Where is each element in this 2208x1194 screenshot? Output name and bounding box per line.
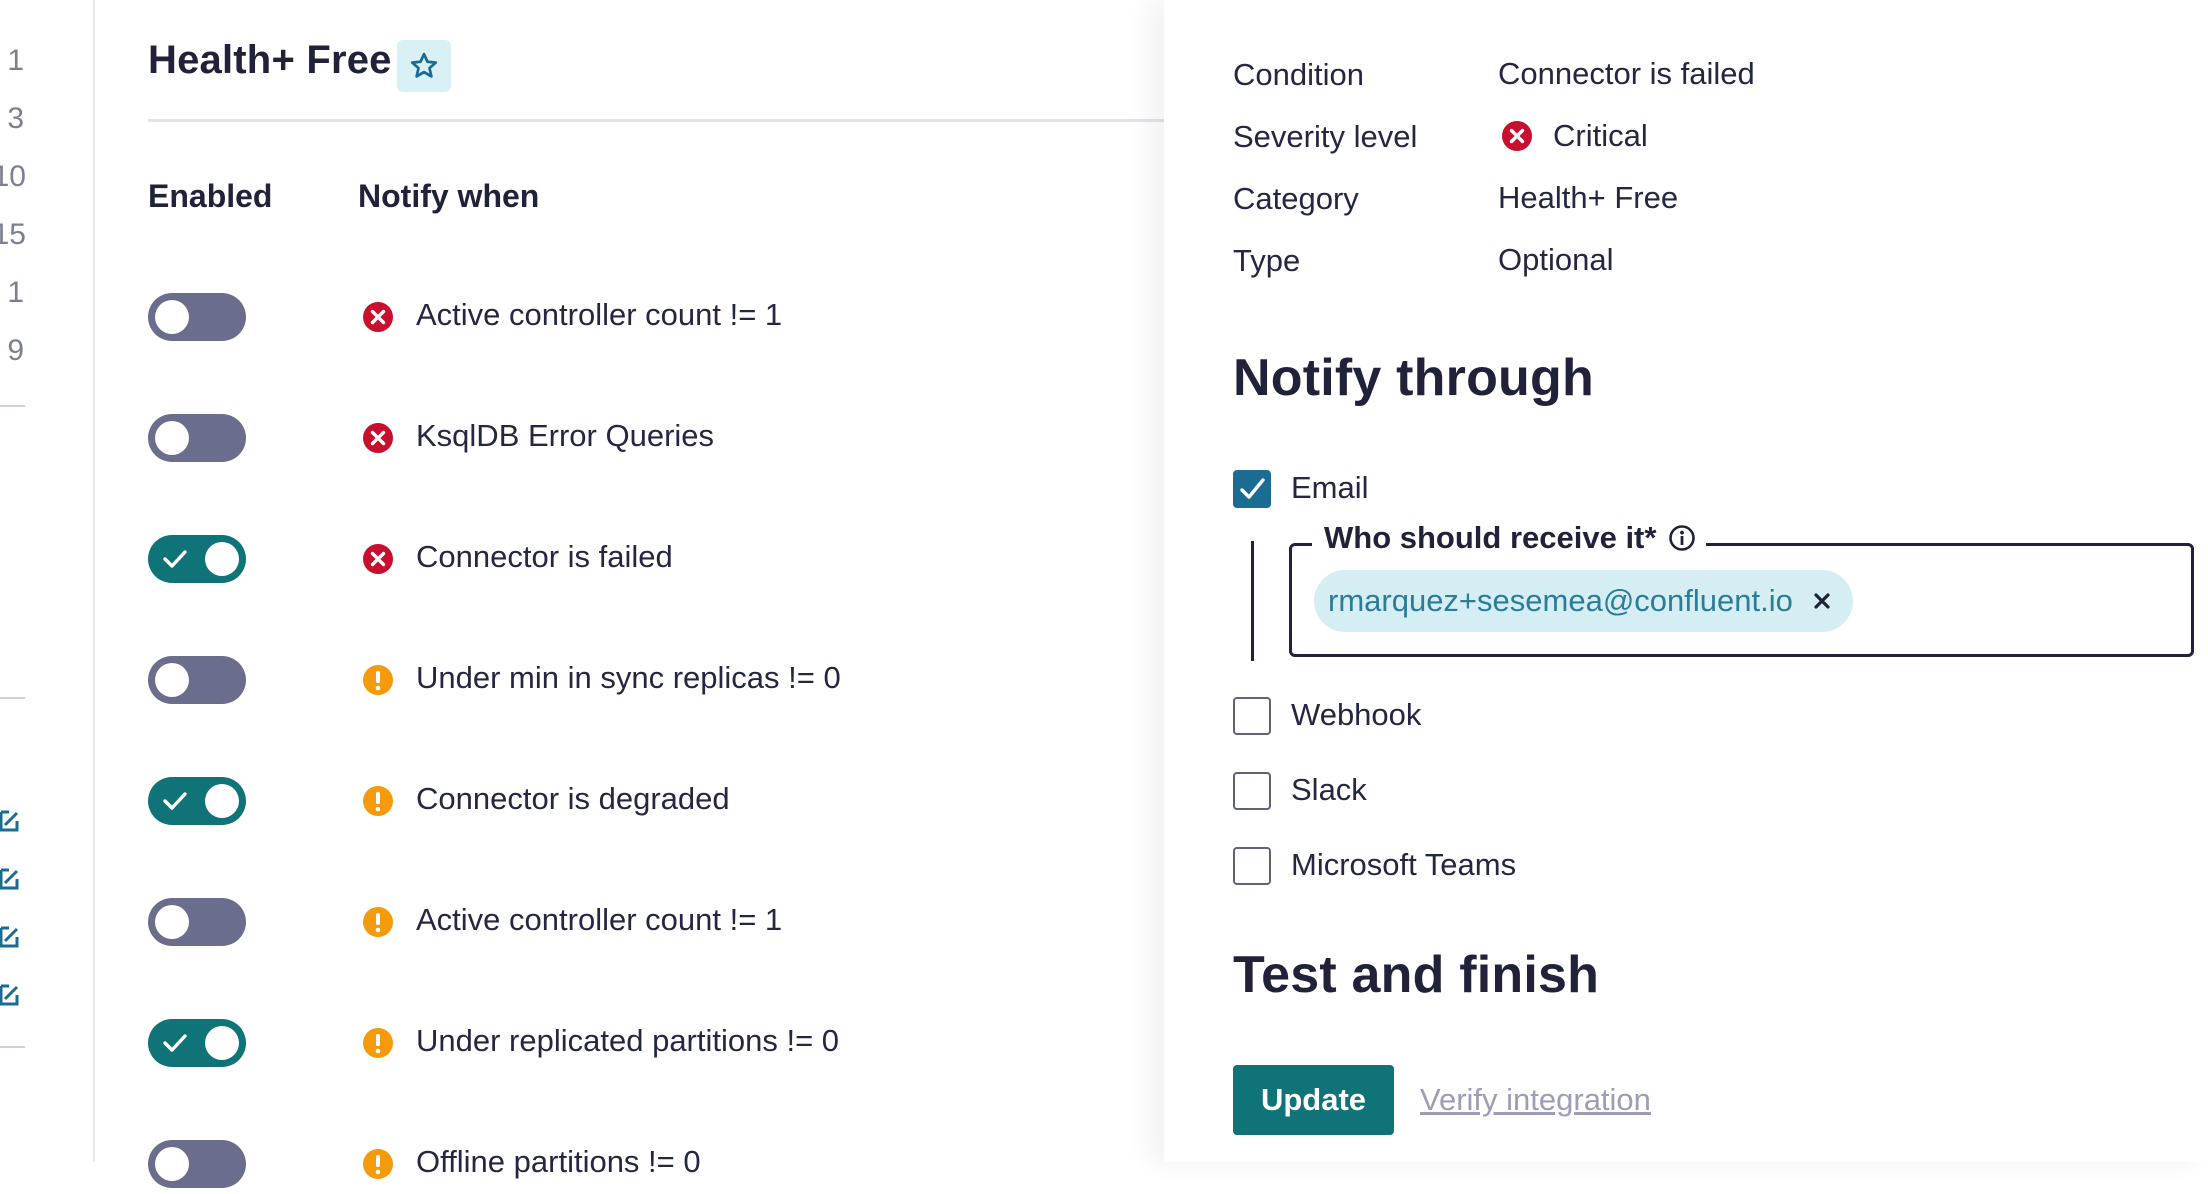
toggle-knob (155, 1147, 189, 1181)
column-header-enabled: Enabled (148, 178, 273, 214)
email-checkbox[interactable] (1233, 470, 1271, 508)
recipient-email: rmarquez+sesemea@confluent.io (1328, 583, 1793, 618)
microsoft-teams-checkbox[interactable] (1233, 847, 1271, 885)
enable-toggle[interactable] (148, 414, 246, 462)
title-divider (148, 119, 1164, 122)
close-icon[interactable] (1813, 592, 1831, 610)
panel-title: Health+ Free (148, 38, 392, 82)
email-label[interactable]: Email (1291, 470, 1369, 506)
checkmark-icon (163, 1034, 187, 1052)
rule-row: KsqlDB Error Queries (148, 408, 1148, 468)
test-and-finish-heading: Test and finish (1233, 946, 1600, 1004)
star-outline-icon (410, 52, 438, 78)
type-label: Type (1233, 243, 1301, 278)
slack-label[interactable]: Slack (1291, 772, 1367, 808)
gutter-divider (0, 697, 25, 699)
enable-toggle[interactable] (148, 293, 246, 341)
rule-label: Offline partitions != 0 (416, 1144, 701, 1179)
x-circle-icon (363, 423, 393, 453)
rule-row: Active controller count != 1 (148, 287, 1148, 347)
rule-row: Connector is failed (148, 529, 1148, 589)
recipients-legend: Who should receive it* (1312, 520, 1707, 556)
info-circle-icon[interactable] (1668, 524, 1696, 552)
category-value: Health+ Free (1498, 180, 1679, 215)
gutter-divider (0, 1046, 25, 1048)
checkmark-icon (163, 792, 187, 810)
edit-icon[interactable] (0, 808, 20, 832)
edit-icon[interactable] (0, 982, 20, 1006)
enable-toggle[interactable] (148, 777, 246, 825)
rule-label: Active controller count != 1 (416, 902, 783, 937)
webhook-checkbox[interactable] (1233, 697, 1271, 735)
rule-label: KsqlDB Error Queries (416, 418, 715, 453)
gutter-number: 10 (0, 160, 26, 193)
x-circle-icon (363, 302, 393, 332)
rule-row: Under min in sync replicas != 0 (148, 650, 1148, 710)
gutter-divider (0, 405, 25, 407)
enable-toggle[interactable] (148, 898, 246, 946)
verify-integration-link[interactable]: Verify integration (1420, 1082, 1651, 1118)
email-group-indicator (1251, 541, 1254, 661)
rule-label: Connector is failed (416, 539, 673, 574)
left-gutter: 1 3 10 15 1 9 (0, 0, 95, 1162)
exclamation-circle-icon (363, 1028, 393, 1058)
notify-through-heading: Notify through (1233, 349, 1594, 407)
x-circle-icon (1502, 121, 1532, 151)
toggle-knob (205, 1026, 239, 1060)
rule-row: Offline partitions != 0 (148, 1134, 1148, 1194)
update-button[interactable]: Update (1233, 1065, 1394, 1135)
edit-icon[interactable] (0, 924, 20, 948)
severity-label: Severity level (1233, 119, 1418, 154)
gutter-number: 1 (7, 44, 24, 77)
condition-value: Connector is failed (1498, 56, 1755, 91)
type-value: Optional (1498, 242, 1614, 277)
toggle-knob (155, 905, 189, 939)
enable-toggle[interactable] (148, 1019, 246, 1067)
rule-label: Connector is degraded (416, 781, 730, 816)
edit-icon[interactable] (0, 866, 20, 890)
gutter-number: 15 (0, 218, 26, 251)
column-header-notify-when: Notify when (358, 178, 540, 214)
gutter-number: 9 (7, 334, 24, 367)
condition-label: Condition (1233, 57, 1364, 92)
rule-label: Active controller count != 1 (416, 297, 783, 332)
microsoft-teams-label[interactable]: Microsoft Teams (1291, 847, 1516, 883)
x-circle-icon (363, 544, 393, 574)
enable-toggle[interactable] (148, 1140, 246, 1188)
exclamation-circle-icon (363, 907, 393, 937)
recipients-legend-text: Who should receive it* (1324, 520, 1657, 555)
toggle-knob (205, 784, 239, 818)
toggle-knob (155, 421, 189, 455)
toggle-knob (155, 663, 189, 697)
exclamation-circle-icon (363, 665, 393, 695)
enable-toggle[interactable] (148, 535, 246, 583)
favorite-button[interactable] (397, 40, 451, 92)
checkmark-icon (163, 550, 187, 568)
rule-row: Active controller count != 1 (148, 892, 1148, 952)
checkmark-icon (1240, 478, 1265, 499)
slack-checkbox[interactable] (1233, 772, 1271, 810)
rule-row: Connector is degraded (148, 771, 1148, 831)
exclamation-circle-icon (363, 1149, 393, 1179)
toggle-knob (155, 300, 189, 334)
severity-value: Critical (1553, 118, 1648, 153)
rule-label: Under min in sync replicas != 0 (416, 660, 841, 695)
enable-toggle[interactable] (148, 656, 246, 704)
exclamation-circle-icon (363, 786, 393, 816)
gutter-number: 3 (7, 102, 24, 135)
rule-row: Under replicated partitions != 0 (148, 1013, 1148, 1073)
rule-label: Under replicated partitions != 0 (416, 1023, 840, 1058)
toggle-knob (205, 542, 239, 576)
category-label: Category (1233, 181, 1359, 216)
webhook-label[interactable]: Webhook (1291, 697, 1421, 733)
gutter-number: 1 (7, 276, 24, 309)
recipient-chip[interactable]: rmarquez+sesemea@confluent.io (1314, 570, 1853, 632)
